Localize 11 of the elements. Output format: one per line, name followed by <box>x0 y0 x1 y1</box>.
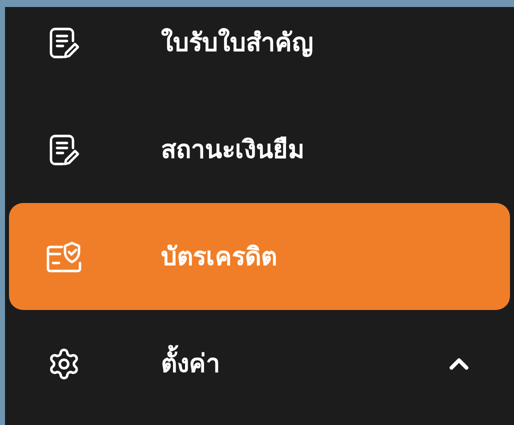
settings-icon <box>47 346 81 380</box>
document-edit-icon <box>49 134 79 166</box>
item-label: ตั้งค่า <box>161 344 444 382</box>
sidebar-item[interactable]: สถานะเงินยืม <box>9 96 510 203</box>
sidebar-item[interactable]: ตั้งค่า <box>9 310 510 417</box>
sidebar-item[interactable]: ใบรับใบสำคัญ <box>9 7 510 96</box>
item-label: ใบรับใบสำคัญ <box>161 26 314 59</box>
item-label: บัตรเครดิต <box>161 240 278 273</box>
item-label: สถานะเงินยืม <box>161 134 305 166</box>
card-shield-icon <box>46 240 82 272</box>
document-edit-icon <box>49 26 79 58</box>
